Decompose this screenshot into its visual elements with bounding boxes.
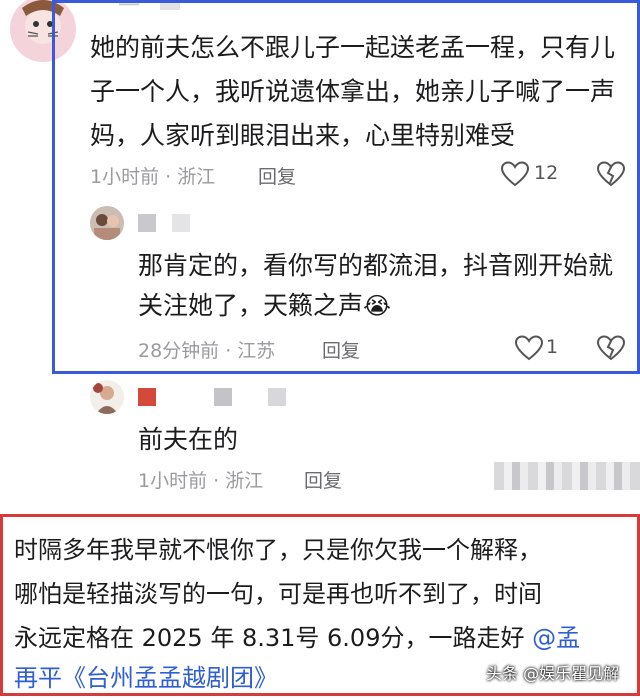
dislike-heart-icon <box>596 161 626 187</box>
comment-1-dislike-button[interactable] <box>596 160 626 188</box>
reply-2-username-blur <box>214 388 232 406</box>
reply-1-line-2-text: 关注她了，天籁之声 <box>138 291 364 320</box>
pixelated-blur-strip <box>494 462 640 490</box>
crying-face-emoji: 😭 <box>363 292 392 320</box>
reply-1-meta: 28分钟前 · 江苏 <box>138 340 276 362</box>
comment-1-like-button[interactable] <box>500 160 530 188</box>
avatar-reply-1[interactable] <box>90 206 124 240</box>
reply-1-dislike-button[interactable] <box>596 334 626 362</box>
reply-1-username-blur-2 <box>172 214 190 232</box>
reply-2-username-blur-red <box>138 388 156 406</box>
reply-2-text: 前夫在的 <box>138 425 239 454</box>
reply-2-reply-button[interactable]: 回复 <box>304 466 342 493</box>
post-line-2: 哪怕是轻描淡写的一句，可是再也听不到了，时间 <box>14 580 542 608</box>
comment-1-reply-button[interactable]: 回复 <box>258 162 296 189</box>
reply-1-like-count: 1 <box>546 336 559 358</box>
post-line-3: 永远定格在 2025 年 8.31号 6.09分，一路走好 @孟 <box>14 616 580 660</box>
avatar-photo-icon <box>90 206 124 240</box>
comment-1-meta: 1小时前 · 浙江 <box>90 166 216 188</box>
comment-1-line-1: 她的前夫怎么不跟儿子一起送老孟一程，只有儿 <box>90 33 616 62</box>
reply-2-meta: 1小时前 · 浙江 <box>138 470 264 492</box>
watermark: 头条 @娱乐瞿见解 <box>486 664 620 683</box>
reply-1-reply-button[interactable]: 回复 <box>322 336 360 363</box>
post-line-4-link[interactable]: 再平《台州孟孟越剧团》 <box>14 656 278 700</box>
post-mention-link[interactable]: @孟 <box>532 624 580 652</box>
avatar-drawing-icon <box>90 380 124 414</box>
reply-2-username-blur-2 <box>268 388 286 406</box>
reply-1-line-2: 关注她了，天籁之声😭 <box>138 284 391 328</box>
reply-1-line-1: 那肯定的，看你写的都流泪，抖音刚开始就 <box>138 251 614 280</box>
post-line-3-text: 永远定格在 2025 年 8.31号 6.09分，一路走好 <box>14 624 525 652</box>
comment-1-line-3: 妈，人家听到眼泪出来，心里特别难受 <box>90 121 516 150</box>
dislike-heart-icon <box>596 335 626 361</box>
comment-1-like-count: 12 <box>534 162 559 184</box>
post-line-1: 时隔多年我早就不恨你了，只是你欠我一个解释， <box>14 536 542 564</box>
reply-1-like-button[interactable] <box>514 334 544 362</box>
avatar-reply-2[interactable] <box>90 380 124 414</box>
comment-1-line-2: 子一个人，我听说遗体拿出，她亲儿子喊了一声 <box>90 77 616 106</box>
heart-icon <box>500 161 530 187</box>
heart-icon <box>514 335 544 361</box>
reply-1-username-blur <box>138 214 156 232</box>
